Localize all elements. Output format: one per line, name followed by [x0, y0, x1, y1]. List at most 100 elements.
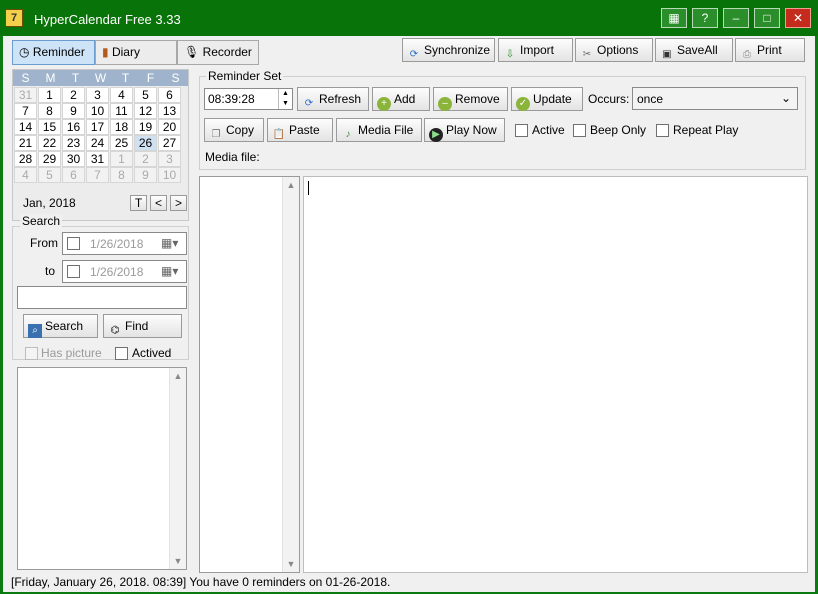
- tab-reminder[interactable]: ◷ Reminder: [12, 40, 95, 65]
- calendar-dropdown-icon[interactable]: ▦▾: [161, 236, 178, 250]
- media-file-button[interactable]: ♪ Media File: [336, 118, 422, 142]
- from-date-checkbox[interactable]: [67, 237, 80, 250]
- play-now-button[interactable]: ▶ Play Now: [424, 118, 505, 142]
- from-date-picker[interactable]: 1/26/2018 ▦▾: [62, 232, 187, 255]
- scroll-down-icon[interactable]: ▼: [170, 553, 186, 569]
- options-button[interactable]: ✂ Options: [575, 38, 653, 62]
- update-button[interactable]: ✓ Update: [511, 87, 583, 111]
- to-date-picker[interactable]: 1/26/2018 ▦▾: [62, 260, 187, 283]
- from-label: From: [30, 236, 58, 250]
- search-button[interactable]: ⌕ Search: [23, 314, 98, 338]
- calendar-day[interactable]: 13: [158, 103, 181, 119]
- copy-button[interactable]: ❐ Copy: [204, 118, 264, 142]
- print-button[interactable]: ⎙ Print: [735, 38, 805, 62]
- minimize-icon[interactable]: –: [723, 8, 749, 28]
- calendar-day[interactable]: 6: [158, 87, 181, 103]
- calendar-day[interactable]: 16: [62, 119, 85, 135]
- paste-button[interactable]: 📋 Paste: [267, 118, 333, 142]
- help-icon[interactable]: ?: [692, 8, 718, 28]
- calendar-day[interactable]: 2: [134, 151, 157, 167]
- calendar-day[interactable]: 11: [110, 103, 133, 119]
- calendar-day[interactable]: 2: [62, 87, 85, 103]
- prev-month-button[interactable]: <: [150, 195, 167, 211]
- saveall-button[interactable]: ▣ SaveAll: [655, 38, 733, 62]
- maximize-icon[interactable]: □: [754, 8, 780, 28]
- results-scrollbar[interactable]: ▲ ▼: [169, 368, 186, 569]
- occurs-select[interactable]: once ⌄: [632, 87, 798, 110]
- calendar-day[interactable]: 20: [158, 119, 181, 135]
- has-picture-checkbox[interactable]: [25, 347, 38, 360]
- today-button[interactable]: T: [130, 195, 147, 211]
- calendar-day[interactable]: 30: [62, 151, 85, 167]
- scroll-up-icon[interactable]: ▲: [283, 177, 299, 193]
- calendar-day[interactable]: 10: [158, 167, 181, 183]
- calendar-day[interactable]: 28: [14, 151, 37, 167]
- calendar-day[interactable]: 8: [38, 103, 61, 119]
- scroll-down-icon[interactable]: ▼: [283, 556, 299, 572]
- repeat-play-checkbox[interactable]: [656, 124, 669, 137]
- calendar-day[interactable]: 15: [38, 119, 61, 135]
- to-date-checkbox[interactable]: [67, 265, 80, 278]
- spin-down-icon[interactable]: ▼: [279, 99, 292, 109]
- calendar-day[interactable]: 26: [134, 135, 157, 151]
- sync-icon: ⟳: [409, 49, 419, 60]
- actived-checkbox[interactable]: [115, 347, 128, 360]
- calendar-day[interactable]: 9: [134, 167, 157, 183]
- tab-diary-label: Diary: [111, 45, 140, 59]
- calendar-day[interactable]: 4: [110, 87, 133, 103]
- calendar-day[interactable]: 1: [38, 87, 61, 103]
- reminder-list-scrollbar[interactable]: ▲ ▼: [282, 177, 299, 572]
- calendar-day[interactable]: 3: [158, 151, 181, 167]
- calendar-day[interactable]: 25: [110, 135, 133, 151]
- calendar-day[interactable]: 7: [14, 103, 37, 119]
- tab-recorder[interactable]: 🎙 Recorder: [177, 40, 259, 65]
- synchronize-button[interactable]: ⟳ Synchronize: [402, 38, 495, 62]
- calendar-day[interactable]: 31: [14, 87, 37, 103]
- calendar-day[interactable]: 7: [86, 167, 109, 183]
- calendar-day[interactable]: 29: [38, 151, 61, 167]
- remove-button[interactable]: – Remove: [433, 87, 508, 111]
- import-button[interactable]: ⇩ Import: [498, 38, 573, 62]
- close-icon[interactable]: ✕: [785, 8, 811, 28]
- reminder-text-editor[interactable]: [303, 176, 808, 573]
- calendar-day[interactable]: 17: [86, 119, 109, 135]
- search-input[interactable]: [17, 286, 187, 309]
- calendar-day[interactable]: 10: [86, 103, 109, 119]
- skin-icon[interactable]: ▦: [661, 8, 687, 28]
- calendar-day[interactable]: 9: [62, 103, 85, 119]
- calendar-day[interactable]: 31: [86, 151, 109, 167]
- time-spinner[interactable]: 08:39:28 ▲ ▼: [204, 88, 293, 110]
- calendar-day[interactable]: 4: [14, 167, 37, 183]
- tab-diary[interactable]: ▮ Diary: [95, 40, 177, 65]
- calendar-day[interactable]: 5: [134, 87, 157, 103]
- add-button[interactable]: + Add: [372, 87, 430, 111]
- find-button[interactable]: ⌬ Find: [103, 314, 182, 338]
- calendar-day[interactable]: 19: [134, 119, 157, 135]
- calendar-day[interactable]: 12: [134, 103, 157, 119]
- reminder-list[interactable]: ▲ ▼: [199, 176, 300, 573]
- active-checkbox[interactable]: [515, 124, 528, 137]
- calendar-day[interactable]: 21: [14, 135, 37, 151]
- refresh-label: Refresh: [319, 92, 362, 106]
- calendar-day[interactable]: 27: [158, 135, 181, 151]
- calendar-day[interactable]: 23: [62, 135, 85, 151]
- calendar-day[interactable]: 6: [62, 167, 85, 183]
- scroll-up-icon[interactable]: ▲: [170, 368, 186, 384]
- search-results-list[interactable]: ▲ ▼: [17, 367, 187, 570]
- spin-up-icon[interactable]: ▲: [279, 89, 292, 99]
- calendar-day[interactable]: 5: [38, 167, 61, 183]
- calendar-day[interactable]: 8: [110, 167, 133, 183]
- calendar-day[interactable]: 1: [110, 151, 133, 167]
- calendar-day[interactable]: 3: [86, 87, 109, 103]
- calendar-dropdown-icon[interactable]: ▦▾: [161, 264, 178, 278]
- calendar-day[interactable]: 24: [86, 135, 109, 151]
- calendar-day[interactable]: 14: [14, 119, 37, 135]
- calendar-day[interactable]: 22: [38, 135, 61, 151]
- from-date-value: 1/26/2018: [90, 237, 144, 251]
- has-picture-label: Has picture: [41, 346, 102, 360]
- time-spin-buttons[interactable]: ▲ ▼: [278, 89, 292, 109]
- next-month-button[interactable]: >: [170, 195, 187, 211]
- beep-only-checkbox[interactable]: [573, 124, 586, 137]
- refresh-button[interactable]: ⟳ Refresh: [297, 87, 369, 111]
- calendar-day[interactable]: 18: [110, 119, 133, 135]
